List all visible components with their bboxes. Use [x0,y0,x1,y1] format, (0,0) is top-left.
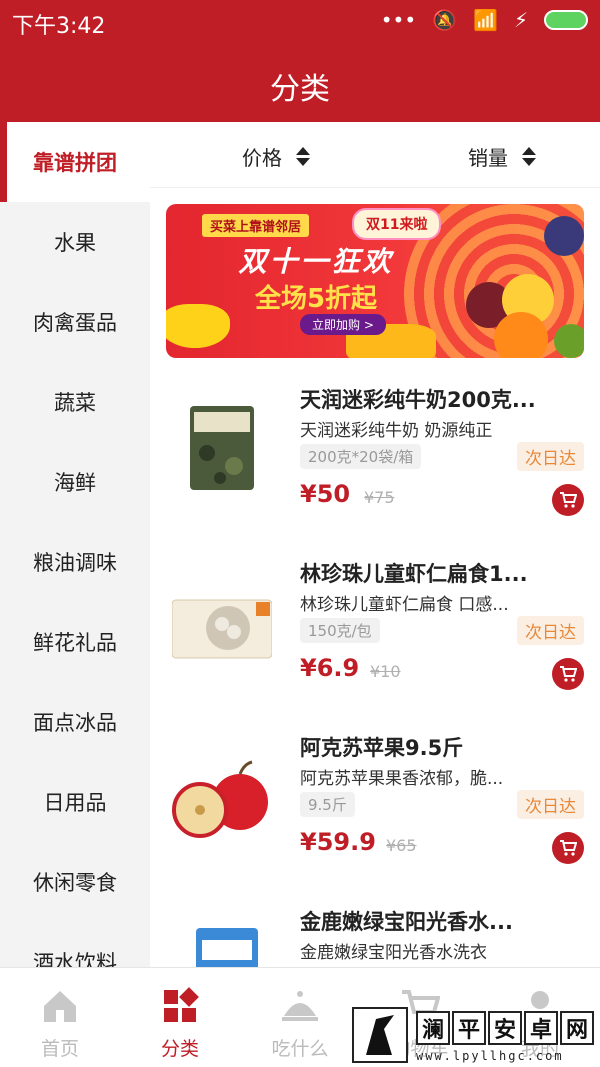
product-name: 天润迷彩纯牛奶200克... [300,388,536,412]
original-price: ¥10 [370,662,401,681]
nav-home-label: 首页 [40,1038,79,1060]
banner-tag: 买菜上靠谱邻居 [202,214,310,237]
product-name: 金鹿嫩绿宝阳光香水... [300,910,513,934]
delivery-badge: 次日达 [517,616,584,645]
watermark-char: 网 [560,1011,594,1045]
product-spec: 9.5斤 [300,792,355,817]
more-dots-icon: ••• [380,8,417,32]
product-desc: 阿克苏苹果果香浓郁，脆... [300,769,504,789]
page-title: 分类 [270,72,330,107]
dumpling-pack-icon [171,572,273,672]
add-to-cart-button[interactable] [552,658,584,690]
product-card[interactable]: 金鹿嫩绿宝阳光香水... 金鹿嫩绿宝阳光香水洗衣 [150,898,600,967]
cart-icon [560,666,577,682]
watermark-char: 澜 [416,1011,450,1045]
sidebar-item-fruit[interactable]: 水果 [0,202,150,282]
nav-home[interactable]: 首页 [0,968,120,1067]
sort-by-price[interactable]: 价格 [242,142,310,171]
charging-icon: ⚡ [513,8,528,32]
sort-price-label: 价格 [242,146,282,170]
product-price: ¥50 [300,480,351,508]
sidebar-item-snacks[interactable]: 休闲零食 [0,842,150,922]
mute-bell-icon: 🔕 [432,8,458,32]
original-price: ¥65 [386,836,417,855]
site-watermark: 澜 平 安 卓 网 www.lpyllhgc.com [352,1003,600,1067]
product-name: 林珍珠儿童虾仁扁食1... [300,562,528,586]
sort-bar: 价格 销量 [150,122,600,188]
add-to-cart-button[interactable] [552,832,584,864]
apple-icon [172,746,272,846]
sidebar-item-frozen[interactable]: 面点冰品 [0,682,150,762]
nav-category[interactable]: 分类 [120,968,240,1067]
original-price: ¥75 [364,488,395,507]
detergent-icon [172,920,272,967]
category-sidebar: 靠谱拼团 水果 肉禽蛋品 蔬菜 海鲜 粮油调味 鲜花礼品 面点冰品 日用品 休闲… [0,122,150,975]
watermark-chars: 澜 平 安 卓 网 [416,1011,594,1045]
product-desc: 林珍珠儿童虾仁扁食 口感... [300,595,509,615]
wifi-icon: 📶 [473,8,498,32]
cart-icon [560,492,577,508]
sort-sales-label: 销量 [468,146,508,170]
sort-by-sales[interactable]: 销量 [468,142,536,171]
sidebar-item-seafood[interactable]: 海鲜 [0,442,150,522]
status-time: 下午3:42 [12,14,106,39]
product-card[interactable]: 林珍珠儿童虾仁扁食1... 林珍珠儿童虾仁扁食 口感... 150克/包 次日达… [150,550,600,722]
watermark-char: 平 [452,1011,486,1045]
product-spec: 200克*20袋/箱 [300,444,422,469]
milk-pack-icon [172,398,272,498]
sidebar-item-vegetables[interactable]: 蔬菜 [0,362,150,442]
product-desc: 天润迷彩纯牛奶 奶源纯正 [300,421,493,441]
watermark-url: www.lpyllhgc.com [416,1049,564,1063]
product-price: ¥6.9 [300,654,360,682]
sort-arrows-icon [522,147,536,166]
banner-buy-button[interactable]: 立即加购 > [300,314,386,335]
status-icons: ••• 🔕 📶 ⚡ [381,8,588,32]
banner-badge: 双11来啦 [352,208,442,240]
sidebar-item-group-buy[interactable]: 靠谱拼团 [0,122,150,202]
cart-icon [560,840,577,856]
watermark-char: 卓 [524,1011,558,1045]
nav-what-to-eat-label: 吃什么 [271,1038,329,1060]
sidebar-item-daily-goods[interactable]: 日用品 [0,762,150,842]
watermark-char: 安 [488,1011,522,1045]
dish-icon [282,991,318,1021]
sidebar-item-grain-oil[interactable]: 粮油调味 [0,522,150,602]
page-header: 分类 [0,42,600,122]
nav-category-label: 分类 [160,1038,199,1060]
status-bar: 下午3:42 ••• 🔕 📶 ⚡ [0,0,600,42]
banner-title: 双十一狂欢 [238,245,394,278]
add-to-cart-button[interactable] [552,484,584,516]
banner-subtitle: 全场5折起 [254,284,378,314]
nav-what-to-eat[interactable]: 吃什么 [240,968,360,1067]
delivery-badge: 次日达 [517,790,584,819]
orange-icon [494,312,548,358]
kiwi-icon [554,324,584,358]
sort-arrows-icon [296,147,310,166]
product-name: 阿克苏苹果9.5斤 [300,736,464,760]
battery-icon [544,10,588,30]
sidebar-item-meat-eggs[interactable]: 肉禽蛋品 [0,282,150,362]
plum-icon [544,216,584,256]
sidebar-item-flowers-gifts[interactable]: 鲜花礼品 [0,602,150,682]
home-icon [44,991,76,1022]
product-card[interactable]: 天润迷彩纯牛奶200克... 天润迷彩纯牛奶 奶源纯正 200克*20袋/箱 次… [150,376,600,548]
promo-banner[interactable]: 买菜上靠谱邻居 双11来啦 双十一狂欢 全场5折起 立即加购 > [166,204,584,358]
delivery-badge: 次日达 [517,442,584,471]
product-desc: 金鹿嫩绿宝阳光香水洗衣 [300,943,487,963]
product-spec: 150克/包 [300,618,380,643]
watermark-horse-logo [352,1007,408,1063]
product-price: ¥59.9 [300,828,376,856]
category-icon [164,987,199,1022]
product-card[interactable]: 阿克苏苹果9.5斤 阿克苏苹果果香浓郁，脆... 9.5斤 次日达 ¥59.9 … [150,724,600,896]
